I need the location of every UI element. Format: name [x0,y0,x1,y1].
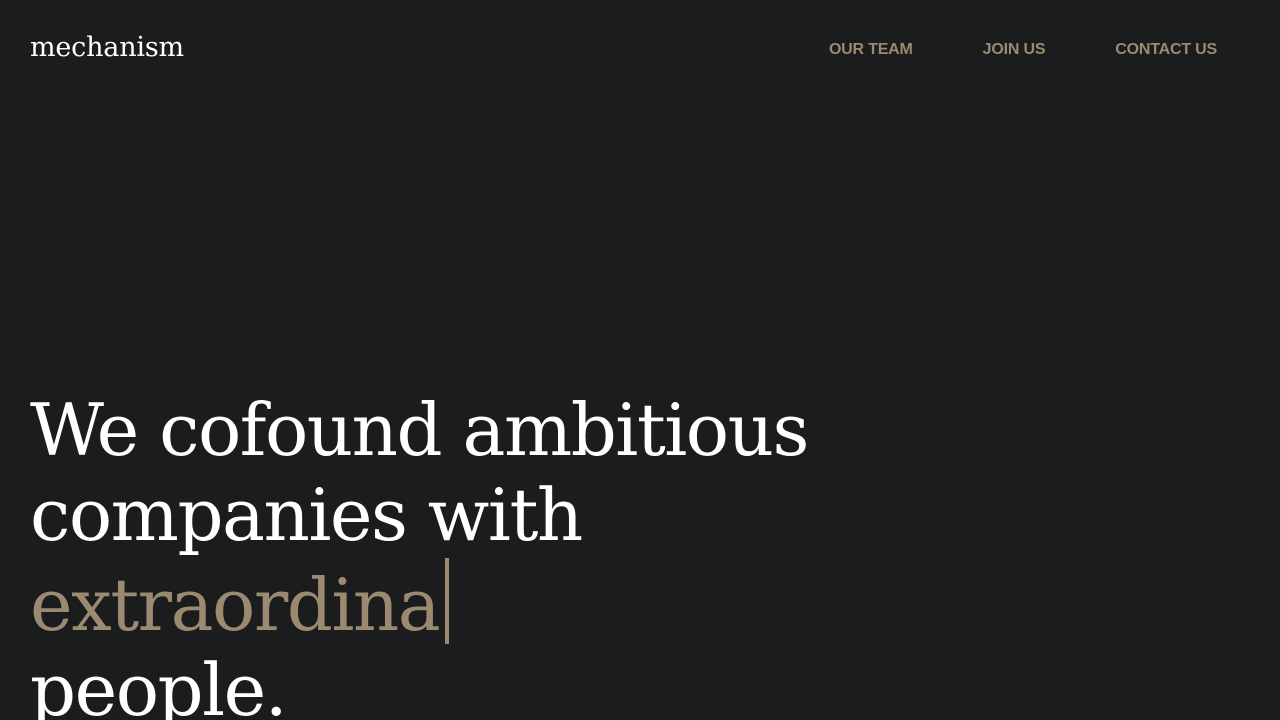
nav-link-join-us[interactable]: JOIN US [983,40,1046,60]
hero-typed-word: extraordina [30,563,441,647]
logo[interactable]: mechanism [30,30,184,66]
nav-link-our-team[interactable]: OUR TEAM [829,40,913,60]
main-nav: OUR TEAM JOIN US CONTACT US [829,40,1217,60]
page: mechanism OUR TEAM JOIN US CONTACT US We… [0,0,1280,720]
hero-line-4: people. [30,648,288,720]
nav-link-contact-us[interactable]: CONTACT US [1115,40,1217,60]
hero-line-3: extraordina [30,558,808,648]
hero-line-2: companies with [30,473,583,557]
hero-headline: We cofound ambitious companies with extr… [30,388,809,720]
typing-cursor [445,558,450,644]
hero-line-1: We cofound ambitious [30,388,809,472]
